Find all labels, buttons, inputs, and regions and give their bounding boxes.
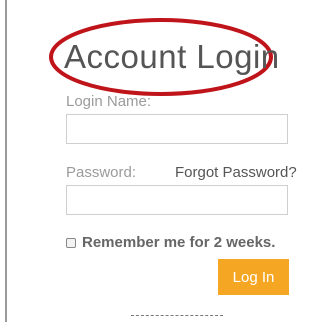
panel-border: [5, 0, 7, 322]
password-label: Password:: [66, 164, 137, 181]
page-title: Account Login: [64, 38, 280, 75]
login-page: Account Login Login Name: Password: Forg…: [0, 0, 329, 322]
remember-me-checkbox[interactable]: [66, 237, 76, 248]
forgot-password-link[interactable]: Forgot Password?: [175, 164, 297, 181]
dashed-divider: [131, 315, 223, 316]
login-name-label: Login Name:: [66, 93, 152, 110]
login-name-input[interactable]: [66, 114, 288, 144]
password-input[interactable]: [66, 185, 288, 215]
remember-me-label: Remember me for 2 weeks.: [82, 234, 276, 251]
log-in-button[interactable]: Log In: [218, 259, 289, 295]
remember-me-row[interactable]: Remember me for 2 weeks.: [66, 234, 275, 251]
